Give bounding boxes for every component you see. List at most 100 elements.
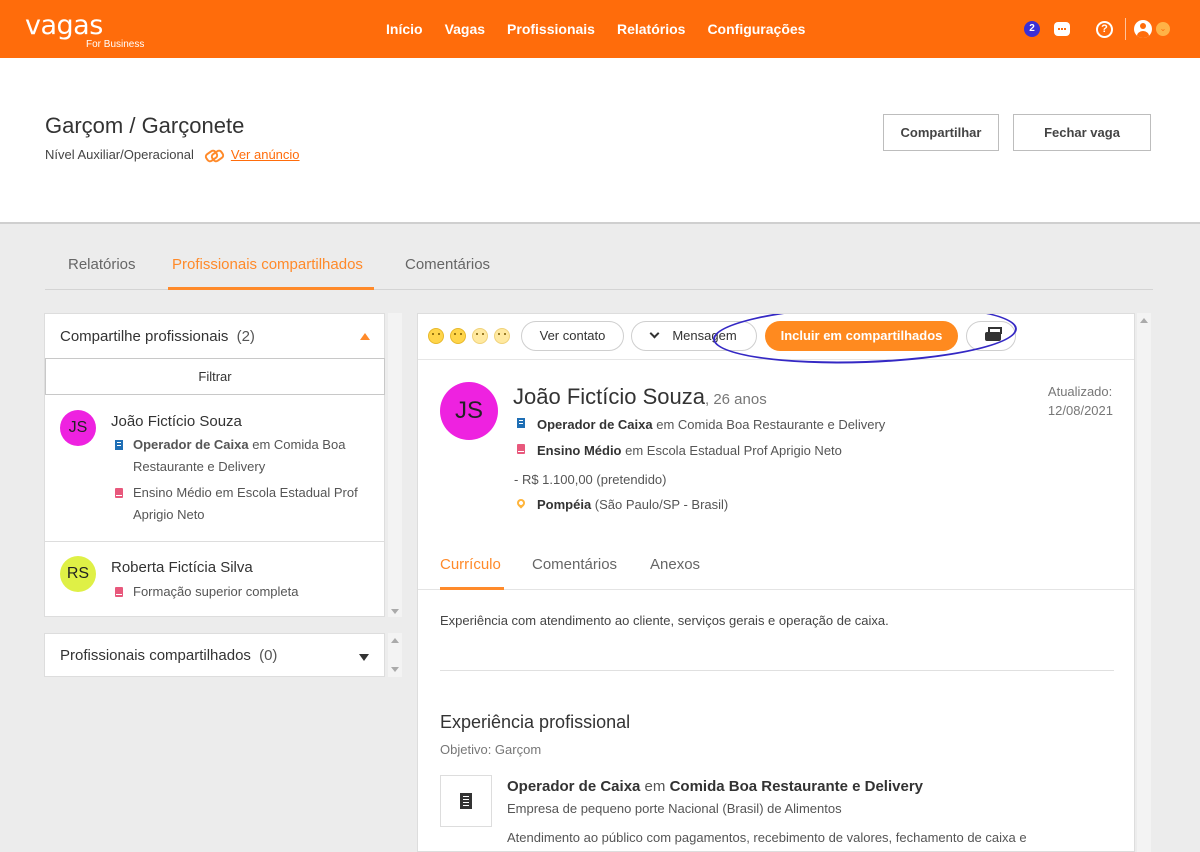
objective-text: Objetivo: Garçom: [440, 742, 542, 757]
tab-comentarios[interactable]: Comentários: [532, 556, 617, 573]
book-icon: [115, 488, 123, 498]
tab-comentarios[interactable]: Comentários: [405, 256, 490, 273]
location-city: Pompéia: [537, 497, 592, 512]
shared-professionals-panel[interactable]: Profissionais compartilhados (0): [44, 633, 385, 677]
resume-summary: Experiência com atendimento ao cliente, …: [440, 613, 889, 628]
experience-section-title: Experiência profissional: [440, 712, 631, 732]
job-title: Garçom / Garçonete: [45, 113, 245, 138]
sad-emoji-icon[interactable]: [494, 328, 510, 344]
candidate-list-item[interactable]: JS João Fictício Souza Operador de Caixa…: [45, 396, 385, 541]
message-button[interactable]: Mensagem: [631, 321, 757, 351]
filter-button[interactable]: Filtrar: [45, 358, 385, 395]
scroll-down-arrow[interactable]: [391, 609, 399, 614]
section-tabs: Relatórios Profissionais compartilhados …: [45, 240, 1153, 290]
candidate-location: Pompéia (São Paulo/SP - Brasil): [537, 497, 728, 512]
candidate-full-name: João Fictício Souza: [513, 384, 705, 409]
left-scrollbar[interactable]: [388, 313, 402, 617]
shared-panel-count: (0): [259, 647, 278, 664]
candidate-toolbar: Ver contato Mensagem Incluir em comparti…: [418, 314, 1134, 369]
scroll-down-arrow[interactable]: [391, 667, 399, 672]
nav-divider: [1125, 18, 1126, 40]
updated-date: 12/08/2021: [1047, 403, 1113, 418]
education-level: Ensino Médio: [537, 443, 622, 458]
help-icon[interactable]: ?: [1096, 20, 1113, 38]
logo-text: vagas: [25, 10, 103, 41]
company-logo-placeholder: [440, 775, 492, 827]
nav-configuracoes[interactable]: Configurações: [707, 21, 805, 37]
candidate-salary: - R$ 1.100,00 (pretendido): [514, 472, 667, 487]
nav-vagas[interactable]: Vagas: [445, 21, 485, 37]
print-button[interactable]: [966, 321, 1016, 351]
experience-title: Operador de Caixa em Comida Boa Restaura…: [507, 778, 923, 795]
chevron-down-icon[interactable]: ⌄: [1156, 22, 1170, 36]
candidate-current-job: Operador de Caixa em Comida Boa Restaura…: [537, 417, 885, 432]
tab-curriculo[interactable]: Currículo: [440, 556, 501, 573]
panel-header[interactable]: Compartilhe profissionais (2): [60, 328, 255, 345]
job-header: Garçom / Garçonete Nível Auxiliar/Operac…: [0, 58, 1200, 224]
scroll-up-arrow[interactable]: [391, 638, 399, 643]
expand-icon[interactable]: [359, 654, 369, 661]
view-contact-button[interactable]: Ver contato: [521, 321, 624, 351]
job-role: Operador de Caixa: [537, 417, 653, 432]
user-avatar-icon[interactable]: [1134, 20, 1152, 38]
shared-panel-header: Profissionais compartilhados (0): [60, 647, 277, 664]
top-navbar: vagas For Business Início Vagas Profissi…: [0, 0, 1200, 58]
location-region: (São Paulo/SP - Brasil): [591, 497, 729, 512]
view-ad-link[interactable]: Ver anúncio: [231, 147, 300, 162]
nav-inicio[interactable]: Início: [386, 21, 423, 37]
neutral-emoji-icon[interactable]: [472, 328, 488, 344]
share-professionals-panel: Compartilhe profissionais (2) Filtrar JS…: [44, 313, 385, 617]
active-tab-indicator: [440, 587, 504, 590]
candidate-name: João Fictício Souza: [111, 413, 242, 430]
logo-subtitle: For Business: [86, 39, 145, 50]
book-icon: [517, 444, 525, 454]
job-subtitle: Nível Auxiliar/Operacional Ver anúncio: [45, 147, 300, 162]
nav-profissionais[interactable]: Profissionais: [507, 21, 595, 37]
chat-icon[interactable]: [1054, 22, 1070, 36]
collapse-icon[interactable]: [360, 333, 370, 340]
updated-label: Atualizado:: [1047, 384, 1113, 399]
candidate-education: Ensino Médio em Escola Estadual Prof Apr…: [537, 443, 842, 458]
experience-company: Comida Boa Restaurante e Delivery: [669, 778, 924, 795]
experience-connector: em: [640, 778, 670, 795]
close-job-button[interactable]: Fechar vaga: [1013, 114, 1151, 151]
panel-count: (2): [236, 328, 255, 345]
tab-profissionais-compartilhados[interactable]: Profissionais compartilhados: [172, 256, 363, 273]
candidate-name: Roberta Fictícia Silva: [111, 559, 253, 576]
panel-title: Compartilhe profissionais: [60, 328, 229, 345]
shared-scrollbar[interactable]: [388, 633, 402, 677]
candidate-detail-panel: Ver contato Mensagem Incluir em comparti…: [417, 313, 1135, 852]
candidate-list-item[interactable]: RS Roberta Fictícia Silva Formação super…: [45, 542, 385, 616]
updated-info: Atualizado: 12/08/2021: [1048, 382, 1113, 420]
candidate-job-role: Operador de Caixa: [133, 437, 249, 452]
vagas-logo[interactable]: vagas For Business: [25, 10, 144, 50]
notification-badge[interactable]: 2: [1024, 21, 1040, 37]
active-tab-indicator: [168, 287, 374, 290]
tab-relatorios[interactable]: Relatórios: [68, 256, 136, 273]
candidate-header: João Fictício Souza, 26 anos: [513, 384, 767, 410]
experience-company-info: Empresa de pequeno porte Nacional (Brasi…: [507, 801, 842, 816]
include-shared-button[interactable]: Incluir em compartilhados: [765, 321, 958, 351]
tab-anexos[interactable]: Anexos: [650, 556, 700, 573]
share-button[interactable]: Compartilhar: [883, 114, 999, 151]
nav-actions: 2 ? ⌄: [1024, 18, 1170, 40]
very-happy-emoji-icon[interactable]: [428, 328, 444, 344]
candidate-tabs: Currículo Comentários Anexos: [418, 542, 1134, 590]
section-divider: [440, 670, 1114, 671]
message-button-label: Mensagem: [672, 328, 737, 343]
detail-scrollbar[interactable]: [1137, 313, 1151, 852]
building-icon: [115, 440, 123, 450]
scroll-up-arrow[interactable]: [1140, 318, 1148, 323]
avatar: RS: [60, 556, 96, 592]
avatar: JS: [60, 410, 96, 446]
building-icon: [460, 793, 472, 809]
building-icon: [517, 418, 525, 428]
nav-relatorios[interactable]: Relatórios: [617, 21, 685, 37]
happy-emoji-icon[interactable]: [450, 328, 466, 344]
book-icon: [115, 587, 123, 597]
candidate-education: Ensino Médio em Escola Estadual Prof Apr…: [133, 485, 358, 522]
shared-panel-title: Profissionais compartilhados: [60, 647, 251, 664]
experience-role: Operador de Caixa: [507, 778, 641, 795]
job-company: em Comida Boa Restaurante e Delivery: [652, 417, 886, 432]
chevron-down-icon: [649, 328, 660, 339]
